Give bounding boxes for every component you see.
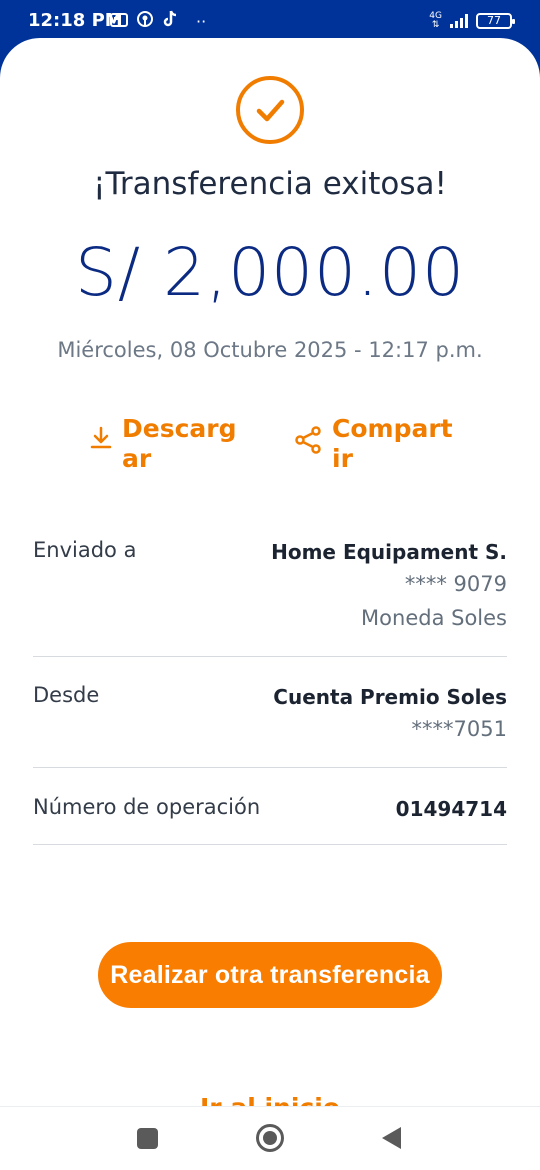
sent-to-label: Enviado a <box>33 538 137 562</box>
operation-number: 01494714 <box>395 797 507 821</box>
more-dots-icon: ·· <box>196 11 207 31</box>
home-icon[interactable] <box>256 1124 284 1152</box>
sent-to-values: Home Equipament S. **** 9079 Moneda Sole… <box>271 538 507 634</box>
source-account-number: ****7051 <box>411 717 507 741</box>
tiktok-icon <box>162 10 178 32</box>
podcast-icon <box>136 10 154 32</box>
operation-label: Número de operación <box>33 795 261 819</box>
source-account-name: Cuenta Premio Soles <box>273 685 507 709</box>
status-right: 4G ⇅ 77 <box>429 11 515 30</box>
share-icon <box>294 426 322 474</box>
operation-values: 01494714 <box>396 795 507 823</box>
go-home-link[interactable]: Ir al inicio <box>0 1093 540 1106</box>
recipient-account: **** 9079 <box>404 572 507 596</box>
download-button[interactable]: Descargar <box>90 414 244 474</box>
back-icon[interactable] <box>382 1127 401 1149</box>
divider <box>33 844 507 845</box>
share-button[interactable]: Compartir <box>294 414 454 474</box>
system-nav-bar <box>0 1106 540 1170</box>
success-title: ¡Transferencia exitosa! <box>93 166 447 202</box>
download-icon <box>90 426 112 474</box>
receipt-card: ¡Transferencia exitosa! S/ 2,000.00 Miér… <box>0 38 540 1106</box>
card-icon <box>110 12 128 31</box>
notification-icons: ·· <box>110 10 206 32</box>
another-transfer-button[interactable]: Realizar otra transferencia <box>98 942 442 1008</box>
share-label: Compartir <box>332 414 453 473</box>
status-time: 12:18 PM <box>28 10 123 31</box>
recipient-currency: Moneda Soles <box>361 606 507 630</box>
from-label: Desde <box>33 683 100 707</box>
transfer-amount: S/ 2,000.00 <box>74 234 466 311</box>
network-indicator: 4G ⇅ <box>429 11 442 30</box>
divider <box>33 656 507 657</box>
battery-icon: 77 <box>476 13 515 29</box>
transfer-date: Miércoles, 08 Octubre 2025 - 12:17 p.m. <box>57 338 483 362</box>
recents-icon[interactable] <box>137 1128 158 1149</box>
recipient-name: Home Equipament S. <box>271 540 507 564</box>
divider <box>33 767 507 768</box>
from-values: Cuenta Premio Soles ****7051 <box>273 683 507 745</box>
signal-icon <box>450 14 468 28</box>
success-check-icon <box>236 76 304 144</box>
download-label: Descargar <box>122 414 237 473</box>
